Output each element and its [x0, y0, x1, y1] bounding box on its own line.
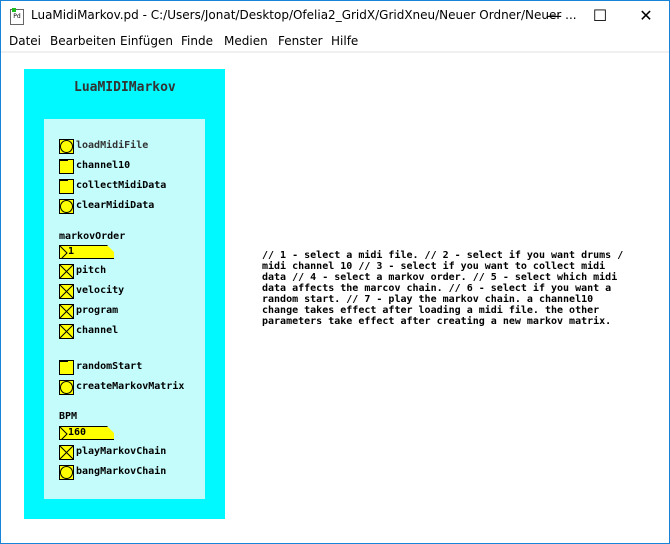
triangle-icon: [60, 246, 68, 259]
create-markov-matrix-bang[interactable]: [59, 380, 74, 395]
bang-markov-chain-bang[interactable]: [59, 465, 74, 480]
channel10-toggle[interactable]: [59, 159, 74, 174]
maximize-button[interactable]: ☐: [577, 1, 623, 31]
markov-order-number-box[interactable]: 1: [59, 245, 114, 259]
title-bar: Pd LuaMidiMarkov.pd - C:/Users/Jonat/Des…: [1, 1, 669, 31]
bpm-label: BPM: [59, 411, 78, 422]
load-midi-file-label: loadMidiFile: [76, 140, 149, 151]
instructions-comment: // 1 - select a midi file. // 2 - select…: [262, 250, 624, 327]
program-toggle[interactable]: [59, 304, 74, 319]
play-markov-chain-toggle[interactable]: [59, 445, 74, 460]
menu-fenster[interactable]: Fenster: [278, 34, 323, 48]
triangle-icon: [60, 427, 68, 440]
patch-title: LuaMIDIMarkov: [74, 80, 176, 95]
velocity-label: velocity: [76, 285, 125, 296]
channel-toggle[interactable]: [59, 324, 74, 339]
minimize-button[interactable]: —: [531, 1, 577, 31]
pitch-toggle[interactable]: [59, 264, 74, 279]
collect-midi-data-toggle[interactable]: [59, 179, 74, 194]
menu-datei[interactable]: Datei: [9, 34, 41, 48]
clear-midi-data-bang[interactable]: [59, 199, 74, 214]
pd-icon: Pd: [10, 8, 24, 25]
menu-einfuegen[interactable]: Einfügen: [120, 34, 173, 48]
pitch-label: pitch: [76, 265, 107, 276]
channel-label: channel: [76, 325, 119, 336]
create-markov-matrix-label: createMarkovMatrix: [76, 381, 185, 392]
menu-finde[interactable]: Finde: [181, 34, 213, 48]
bpm-value: 160: [68, 427, 87, 438]
menu-bearbeiten[interactable]: Bearbeiten: [50, 34, 116, 48]
random-start-label: randomStart: [76, 361, 143, 372]
menu-bar: Datei Bearbeiten Einfügen Finde Medien F…: [1, 31, 669, 53]
menu-medien[interactable]: Medien: [224, 34, 268, 48]
collect-midi-data-label: collectMidiData: [76, 180, 167, 191]
bpm-number-box[interactable]: 160: [59, 426, 114, 440]
random-start-toggle[interactable]: [59, 360, 74, 375]
markov-order-value: 1: [68, 246, 75, 257]
play-markov-chain-label: playMarkovChain: [76, 446, 167, 457]
close-button[interactable]: ✕: [623, 1, 669, 31]
menu-hilfe[interactable]: Hilfe: [331, 34, 358, 48]
load-midi-file-bang[interactable]: [59, 139, 74, 154]
velocity-toggle[interactable]: [59, 284, 74, 299]
markov-order-label: markovOrder: [59, 231, 126, 242]
program-label: program: [76, 305, 119, 316]
bang-markov-chain-label: bangMarkovChain: [76, 466, 167, 477]
window-title: LuaMidiMarkov.pd - C:/Users/Jonat/Deskto…: [31, 8, 577, 22]
channel10-label: channel10: [76, 160, 131, 171]
clear-midi-data-label: clearMidiData: [76, 200, 155, 211]
